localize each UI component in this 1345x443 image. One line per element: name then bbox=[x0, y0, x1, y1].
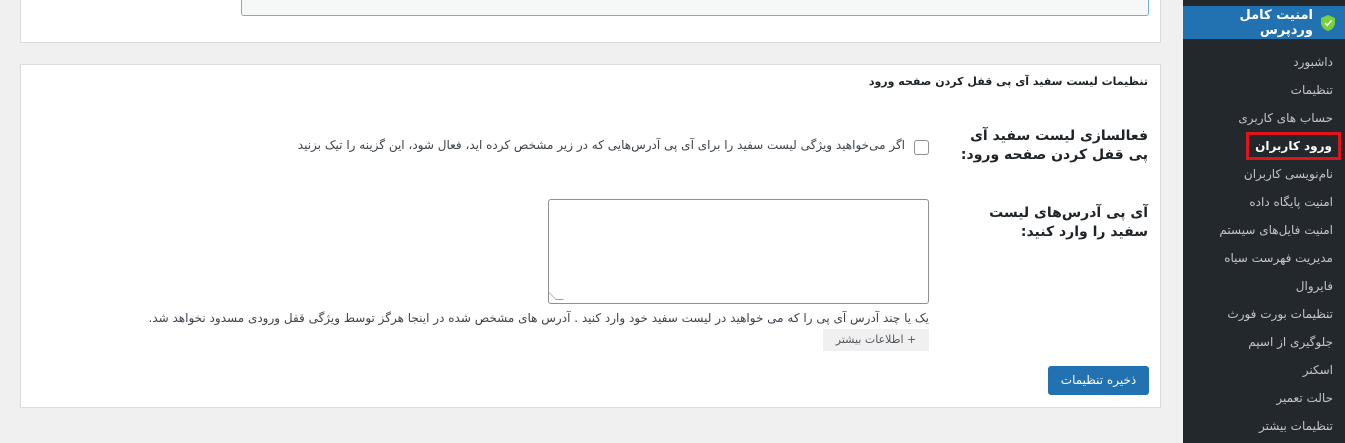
sidebar-item-label: اسکنر bbox=[1302, 363, 1333, 377]
sidebar-item-user-accounts[interactable]: حساب های کاربری bbox=[1183, 104, 1345, 132]
sidebar-item-label: تنظیمات bbox=[1290, 83, 1333, 97]
sidebar-item-brute-force[interactable]: تنظیمات بورت فورث bbox=[1183, 300, 1345, 328]
sidebar-item-spam-prevention[interactable]: جلوگیری از اسپم bbox=[1183, 328, 1345, 356]
sidebar-item-maintenance[interactable]: حالت تعمیر bbox=[1183, 384, 1345, 412]
current-menu-arrow bbox=[1175, 14, 1183, 30]
sidebar-header-title: امنیت کامل وردپرس bbox=[1239, 7, 1314, 38]
sidebar-item-label: تنظیمات بیشتر bbox=[1258, 419, 1333, 433]
more-info-button[interactable]: + اطلاعات بیشتر bbox=[823, 329, 929, 351]
sidebar-item-label: امنیت فایل‌های سیستم bbox=[1219, 223, 1333, 237]
shield-icon bbox=[1321, 14, 1335, 31]
enable-whitelist-description: اگر می‌خواهید ویژگی لیست سفید را برای آی… bbox=[297, 138, 905, 152]
sidebar-item-blacklist[interactable]: مدیریت فهرست سیاه bbox=[1183, 244, 1345, 272]
sidebar-item-user-registration[interactable]: نام‌نویسی کاربران bbox=[1183, 160, 1345, 188]
sidebar-item-label: داشبورد bbox=[1293, 55, 1333, 69]
sidebar-item-database-security[interactable]: امنیت پایگاه داده bbox=[1183, 188, 1345, 216]
sidebar-item-label: تنظیمات بورت فورث bbox=[1227, 307, 1333, 321]
card-title: تنظیمات لیست سفید آی پی قفل کردن صفحه ور… bbox=[868, 75, 1148, 88]
sidebar-item-misc-settings[interactable]: تنظیمات بیشتر bbox=[1183, 412, 1345, 440]
enable-whitelist-checkbox[interactable] bbox=[914, 140, 929, 155]
sidebar-menu: داشبورد تنظیمات حساب های کاربری ورود کار… bbox=[1183, 48, 1345, 440]
sidebar-item-user-login[interactable]: ورود کاربران bbox=[1183, 132, 1345, 160]
sidebar-item-label: ورود کاربران bbox=[1246, 132, 1341, 160]
ip-whitelist-textarea[interactable] bbox=[548, 199, 929, 304]
save-settings-button[interactable]: ذخیره تنظیمات bbox=[1048, 366, 1149, 395]
sidebar-item-label: نام‌نویسی کاربران bbox=[1243, 167, 1333, 181]
sidebar-item-label: جلوگیری از اسپم bbox=[1248, 335, 1333, 349]
ip-whitelist-help: یک یا چند آدرس آی پی را که می خواهید در … bbox=[148, 311, 929, 325]
top-panel bbox=[20, 0, 1161, 43]
ip-whitelist-label: آی پی آدرس‌های لیست سفید را وارد کنید: bbox=[989, 205, 1148, 240]
top-text-field[interactable] bbox=[241, 0, 1149, 16]
sidebar-item-label: امنیت پایگاه داده bbox=[1249, 195, 1333, 209]
enable-whitelist-label: فعالسازی لیست سفید آی پی قفل کردن صفحه و… bbox=[960, 128, 1148, 163]
sidebar-header[interactable]: امنیت کامل وردپرس bbox=[1175, 6, 1345, 39]
sidebar-item-label: حالت تعمیر bbox=[1276, 391, 1333, 405]
sidebar-item-label: مدیریت فهرست سیاه bbox=[1224, 251, 1333, 265]
sidebar-item-label: حساب های کاربری bbox=[1238, 111, 1333, 125]
sidebar-item-dashboard[interactable]: داشبورد bbox=[1183, 48, 1345, 76]
resize-handle-icon[interactable] bbox=[548, 292, 564, 300]
sidebar-item-firewall[interactable]: فایروال bbox=[1183, 272, 1345, 300]
sidebar-item-scanner[interactable]: اسکنر bbox=[1183, 356, 1345, 384]
sidebar-item-filesystem-security[interactable]: امنیت فایل‌های سیستم bbox=[1183, 216, 1345, 244]
sidebar-item-label: فایروال bbox=[1295, 279, 1333, 293]
admin-sidebar: امنیت کامل وردپرس داشبورد تنظیمات حساب ه… bbox=[1175, 0, 1345, 443]
whitelist-settings-card: تنظیمات لیست سفید آی پی قفل کردن صفحه ور… bbox=[20, 64, 1161, 408]
sidebar-item-settings[interactable]: تنظیمات bbox=[1183, 76, 1345, 104]
